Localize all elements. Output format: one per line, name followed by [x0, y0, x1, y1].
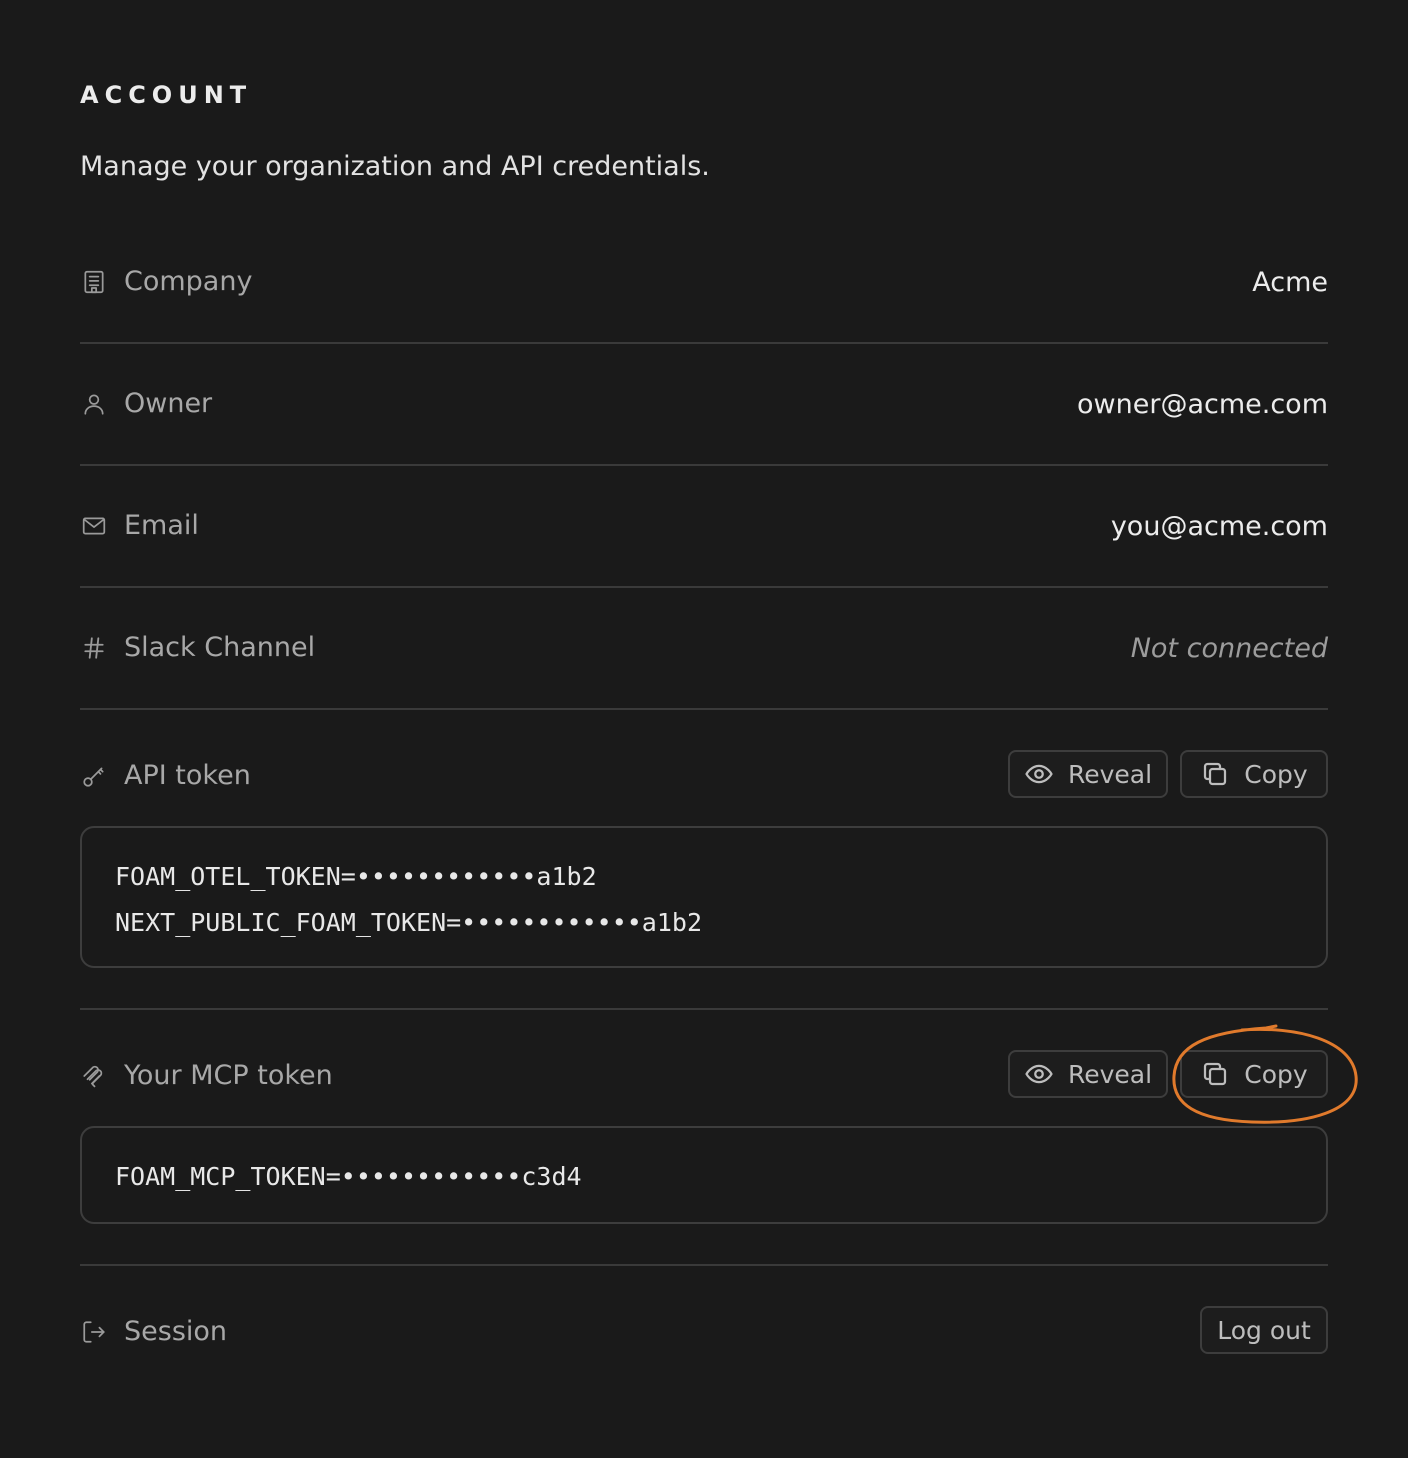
slack-value: Not connected: [1130, 632, 1328, 664]
mcp-token-codebox[interactable]: FOAM_MCP_TOKEN=••••••••••••c3d4: [80, 1126, 1328, 1224]
mcp-token-row: Your MCP token Reveal Copy: [80, 1050, 1328, 1102]
key-icon: [80, 762, 108, 790]
api-token-line: NEXT_PUBLIC_FOAM_TOKEN=••••••••••••a1b2: [115, 908, 702, 937]
mail-icon: [80, 512, 108, 540]
reveal-label: Reveal: [1067, 759, 1153, 789]
copy-label: Copy: [1244, 759, 1308, 789]
slack-label: Slack Channel: [124, 632, 316, 663]
section-subtitle: Manage your organization and API credent…: [80, 151, 710, 182]
email-label: Email: [124, 510, 199, 541]
company-value: Acme: [1252, 266, 1328, 298]
divider: [80, 586, 1328, 588]
mcp-icon: [80, 1062, 108, 1090]
divider: [80, 1008, 1328, 1010]
mcp-token-reveal-button[interactable]: Reveal: [1008, 1050, 1168, 1098]
api-token-copy-button[interactable]: Copy: [1180, 750, 1328, 798]
session-label: Session: [124, 1316, 228, 1347]
user-icon: [80, 390, 108, 418]
copy-label: Copy: [1244, 1059, 1308, 1089]
api-token-row: API token Reveal Copy: [80, 750, 1328, 802]
company-label: Company: [124, 266, 253, 297]
hash-icon: [80, 634, 108, 662]
reveal-label: Reveal: [1067, 1059, 1153, 1089]
mcp-token-label: Your MCP token: [124, 1060, 333, 1091]
copy-icon: [1200, 759, 1230, 789]
divider: [80, 1264, 1328, 1266]
logout-icon: [80, 1318, 108, 1346]
section-title: ACCOUNT: [80, 81, 253, 109]
mcp-token-line: FOAM_MCP_TOKEN=••••••••••••c3d4: [115, 1162, 582, 1191]
owner-label: Owner: [124, 388, 213, 419]
api-token-codebox[interactable]: FOAM_OTEL_TOKEN=••••••••••••a1b2 NEXT_PU…: [80, 826, 1328, 968]
building-icon: [80, 268, 108, 296]
api-token-reveal-button[interactable]: Reveal: [1008, 750, 1168, 798]
eye-icon: [1024, 1059, 1054, 1089]
divider: [80, 464, 1328, 466]
divider: [80, 342, 1328, 344]
divider: [80, 708, 1328, 710]
logout-label: Log out: [1217, 1315, 1311, 1345]
eye-icon: [1024, 759, 1054, 789]
email-value: you@acme.com: [1110, 510, 1328, 542]
copy-icon: [1200, 1059, 1230, 1089]
api-token-label: API token: [124, 760, 251, 791]
owner-value: owner@acme.com: [1077, 388, 1328, 420]
api-token-line: FOAM_OTEL_TOKEN=••••••••••••a1b2: [115, 862, 597, 891]
mcp-token-copy-button[interactable]: Copy: [1180, 1050, 1328, 1098]
session-row: Session Log out: [80, 1306, 1328, 1358]
logout-button[interactable]: Log out: [1200, 1306, 1328, 1354]
